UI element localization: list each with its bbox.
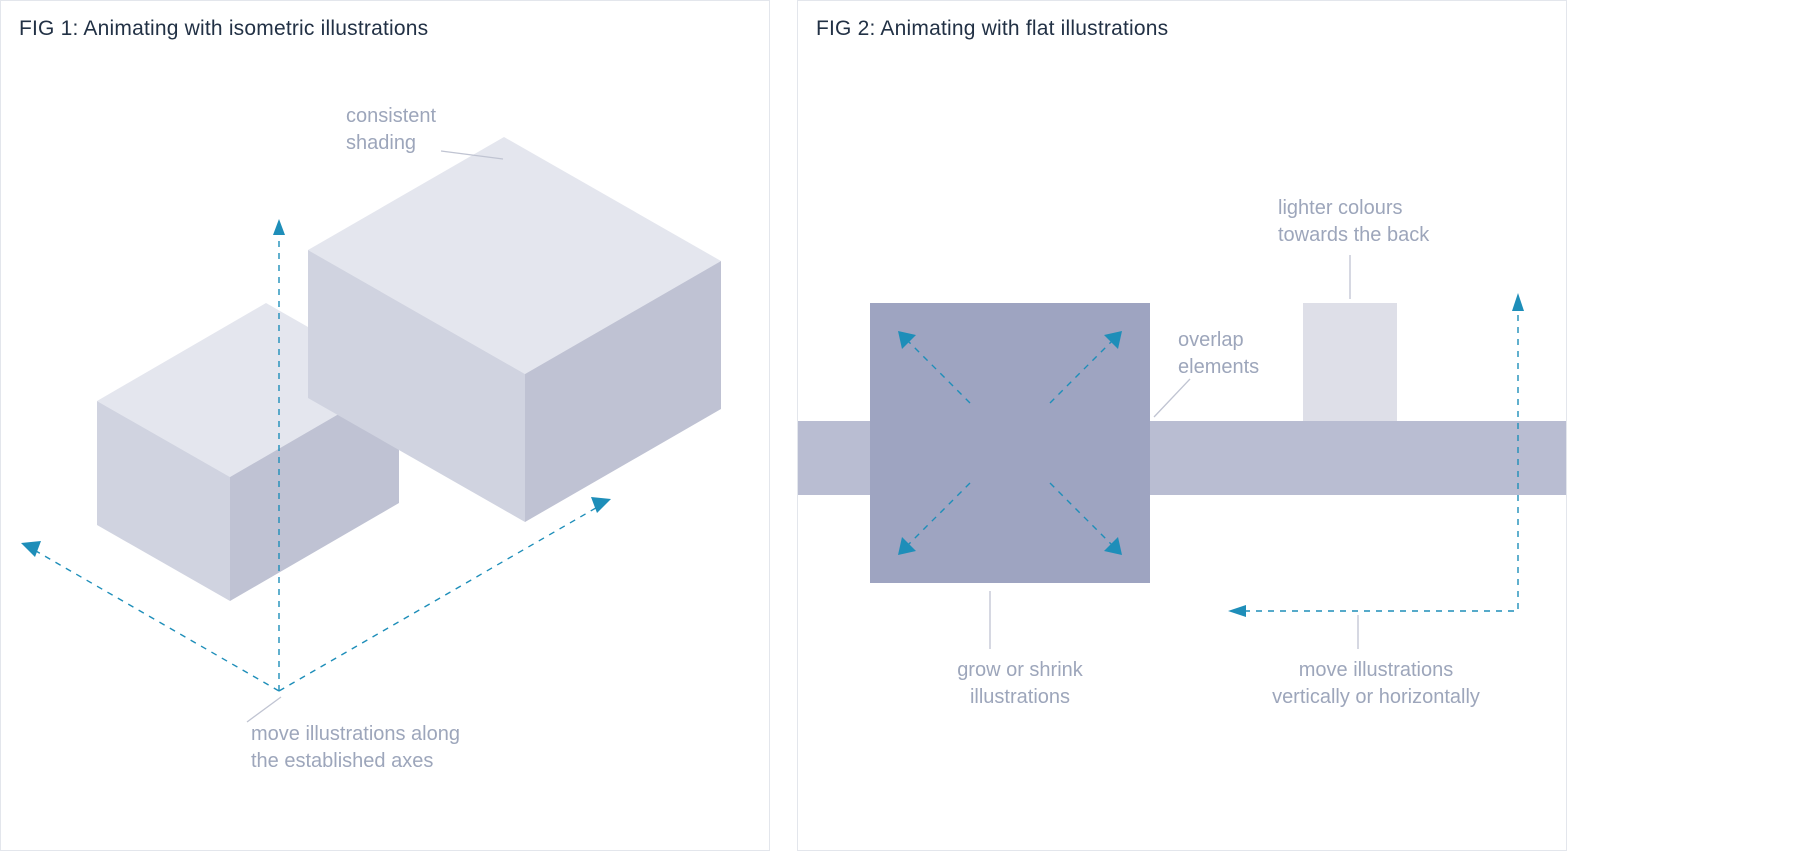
annot-lighter-colours: lighter colours towards the back <box>1278 195 1429 249</box>
figure-2-panel: FIG 2: Animating with flat illustrations <box>797 0 1567 851</box>
figure-1-panel: FIG 1: Animating with isometric illustra… <box>0 0 770 851</box>
annot-axes: move illustrations along the established… <box>251 721 460 775</box>
annot-grow-shrink: grow or shrink illustrations <box>920 657 1120 711</box>
annot-consistent-shading: consistent shading <box>346 103 436 157</box>
annot-overlap-elements: overlap elements <box>1178 327 1259 381</box>
flat-illustration <box>798 1 1567 850</box>
annot-move-illustrations: move illustrations vertically or horizon… <box>1246 657 1506 711</box>
